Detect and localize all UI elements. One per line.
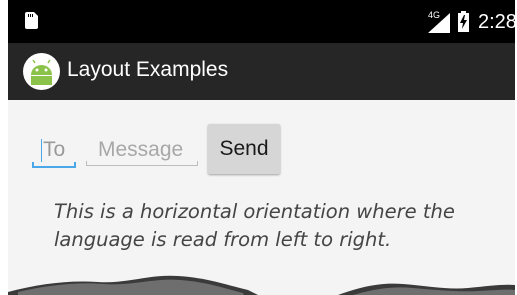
send-button[interactable]: Send [208, 124, 280, 174]
signal-icon [428, 13, 450, 33]
android-icon [23, 53, 60, 90]
mountain-illustration [8, 275, 515, 295]
phone-screen: 4G 2:28 Layout Examples To Message Send … [8, 0, 515, 295]
app-title: Layout Examples [67, 58, 229, 81]
description-text: This is a horizontal orientation where t… [54, 198, 514, 254]
message-input-underline [86, 161, 198, 166]
to-input-underline [32, 162, 76, 168]
main-content: To Message Send This is a horizontal ori… [8, 100, 515, 295]
to-input[interactable]: To [31, 133, 77, 168]
message-placeholder: Message [98, 138, 184, 161]
to-placeholder: To [43, 138, 66, 161]
battery-charging-icon [458, 11, 469, 32]
status-bar: 4G 2:28 [8, 0, 515, 43]
text-cursor [41, 139, 42, 162]
message-input[interactable]: Message [86, 133, 198, 168]
description-line-2: language is read from left to right. [54, 228, 392, 251]
app-bar: Layout Examples [8, 43, 515, 100]
status-clock: 2:28 [478, 11, 515, 33]
description-line-1: This is a horizontal orientation where t… [54, 200, 455, 223]
sim-card-icon [25, 12, 38, 29]
